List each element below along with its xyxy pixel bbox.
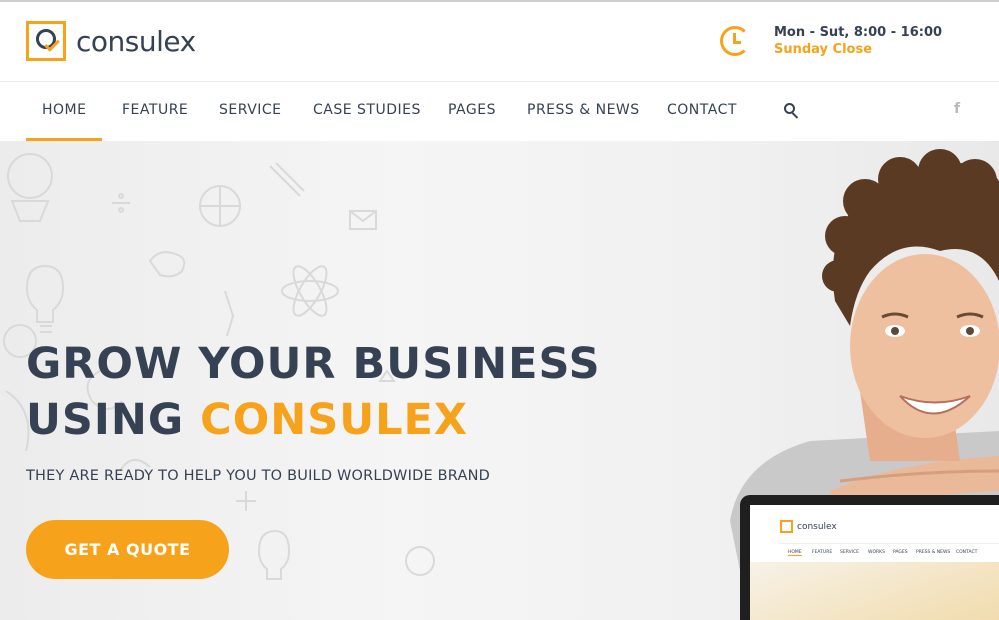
headline-prefix: USING [26,395,185,445]
search-icon[interactable] [784,103,799,119]
nav-item-pages[interactable]: PAGES [448,82,496,141]
hero-banner: GROW YOUR BUSINESS USING CONSULEX THEY A… [0,141,999,620]
hours-sunday: Sunday Close [774,42,873,57]
mini-nav-item: FEATURE [812,550,833,555]
nav-item-home[interactable]: HOME [25,82,104,141]
hours-weekday: Mon - Sut, 8:00 - 16:00 [774,25,943,40]
nav-item-service[interactable]: SERVICE [219,82,282,141]
headline-line1: GROW YOUR BUSINESS [26,339,601,389]
mini-nav-item: HOME [788,550,802,556]
mini-logo-text: consulex [797,521,837,532]
nav-item-contact[interactable]: CONTACT [667,82,737,141]
main-nav: HOME FEATURE SERVICE CASE STUDIES PAGES … [0,82,999,141]
mini-nav: HOME FEATURE SERVICE WORKS PAGES PRESS &… [780,543,999,561]
facebook-icon[interactable]: f [954,101,960,117]
mini-nav-item: CONTACT [956,550,978,555]
site-logo[interactable]: consulex [26,21,196,61]
mini-nav-item: PAGES [893,550,908,555]
clock-icon [720,26,750,56]
laptop-screen: consulex HOME FEATURE SERVICE WORKS PAGE… [750,505,999,620]
hero-subline: THEY ARE READY TO HELP YOU TO BUILD WORL… [26,468,490,484]
mini-nav-item: SERVICE [840,550,859,555]
mini-hero [750,562,999,620]
opening-hours: Mon - Sut, 8:00 - 16:00 Sunday Close [720,24,942,58]
mini-logo-icon [780,520,793,533]
site-header: consulex Mon - Sut, 8:00 - 16:00 Sunday … [0,2,999,82]
logo-mark-icon [26,21,66,61]
laptop-mockup: consulex HOME FEATURE SERVICE WORKS PAGE… [740,495,999,620]
mini-nav-item: PRESS & NEWS [916,550,951,555]
nav-item-press-news[interactable]: PRESS & NEWS [527,82,640,141]
nav-item-case-studies[interactable]: CASE STUDIES [313,82,421,141]
mini-nav-item: WORKS [868,550,885,555]
hero-headline: GROW YOUR BUSINESS USING CONSULEX [26,336,601,448]
logo-text: consulex [76,24,196,58]
nav-item-feature[interactable]: FEATURE [122,82,188,141]
get-quote-button[interactable]: GET A QUOTE [26,520,229,579]
headline-accent: CONSULEX [200,395,469,445]
